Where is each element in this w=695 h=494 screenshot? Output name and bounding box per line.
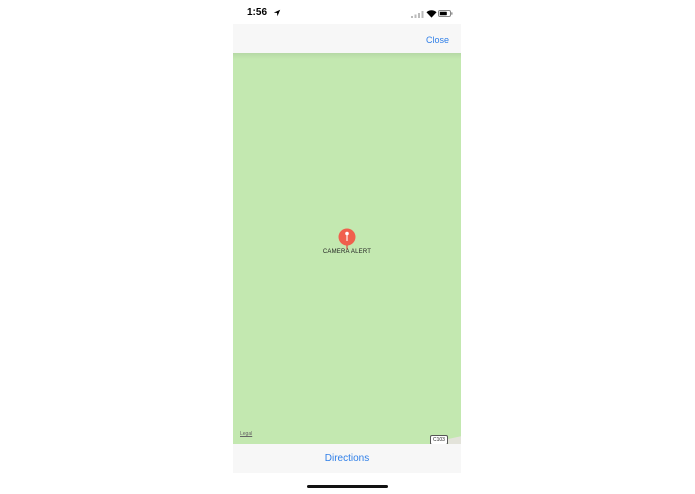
legal-link[interactable]: Legal [240, 431, 252, 437]
road-number-badge: C103 [430, 435, 448, 444]
map-top-shadow [233, 53, 461, 59]
status-bar: 1:56 [233, 0, 461, 24]
signal-icon [411, 11, 424, 18]
location-arrow-icon [273, 9, 281, 17]
phone-screen: 1:56 Close CAMERA ALERT Legal C103 Direc… [233, 0, 461, 494]
status-time: 1:56 [247, 7, 268, 18]
home-indicator[interactable] [307, 485, 388, 488]
pin-label: CAMERA ALERT [322, 249, 372, 255]
wifi-icon [426, 10, 437, 18]
battery-icon [438, 10, 453, 17]
nav-bar: Close [233, 24, 461, 53]
close-button[interactable]: Close [426, 35, 449, 45]
map-view[interactable]: CAMERA ALERT Legal C103 [233, 53, 461, 444]
road-segment [447, 435, 461, 444]
bottom-toolbar: Directions [233, 444, 461, 473]
map-pin-icon[interactable] [338, 228, 356, 250]
directions-button[interactable]: Directions [233, 453, 461, 464]
